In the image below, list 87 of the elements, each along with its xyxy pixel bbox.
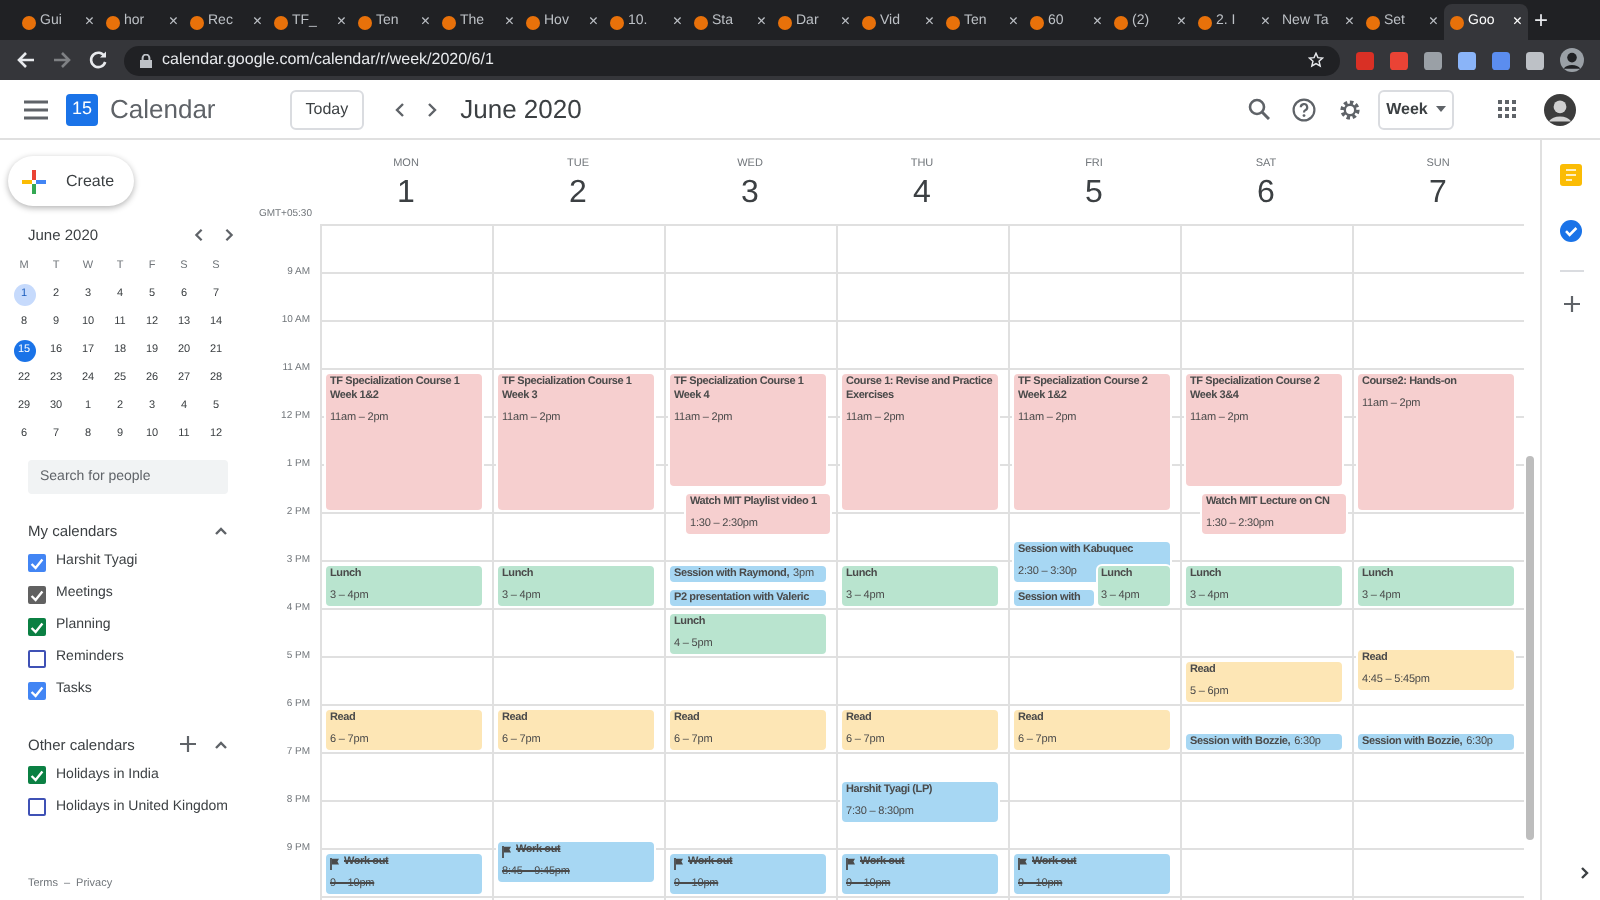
apps-icon[interactable] (1498, 100, 1516, 118)
page-icon (778, 15, 792, 29)
period-title: June 2020 (460, 91, 582, 128)
page-icon (946, 15, 960, 29)
page-icon (1198, 15, 1212, 29)
previous-icon[interactable] (192, 228, 206, 243)
checkbox[interactable] (28, 682, 46, 700)
date-number[interactable]: 4 (913, 174, 931, 215)
page-icon (1450, 15, 1464, 29)
close-button[interactable]: × (1344, 14, 1354, 30)
flag-icon (330, 857, 340, 869)
page-icon (1114, 15, 1128, 29)
today-button[interactable]: Today (289, 89, 365, 129)
close-button[interactable]: × (1260, 14, 1270, 30)
close-button[interactable]: × (1176, 14, 1186, 30)
close-button[interactable]: × (672, 14, 682, 30)
add-icon[interactable] (180, 736, 196, 753)
close-button[interactable]: × (1008, 14, 1018, 30)
next-icon[interactable] (424, 101, 441, 117)
close-button[interactable]: × (1428, 14, 1438, 30)
plus-icon (22, 169, 46, 193)
date-number[interactable]: 6 (1257, 174, 1275, 215)
date-number[interactable]: 2 (569, 174, 587, 215)
close-button[interactable]: × (756, 14, 766, 30)
checkbox[interactable] (28, 586, 46, 604)
close-button[interactable]: × (588, 14, 598, 30)
flag-icon (1018, 857, 1028, 869)
close-button[interactable]: × (168, 14, 178, 30)
view-dropdown[interactable]: Week (1378, 89, 1454, 129)
help-icon[interactable] (1292, 97, 1316, 121)
add-icon[interactable] (1563, 296, 1579, 312)
settings-icon[interactable] (1338, 97, 1362, 121)
page-icon (358, 15, 372, 29)
close-button[interactable]: × (420, 14, 430, 30)
date-number[interactable]: 1 (397, 174, 415, 215)
avatar-icon[interactable] (1544, 93, 1576, 125)
close-button[interactable]: × (84, 14, 94, 30)
create-button[interactable]: Create (8, 156, 134, 206)
collapse-icon[interactable] (214, 526, 228, 537)
close-button[interactable]: × (1092, 14, 1102, 30)
page-icon (190, 15, 204, 29)
forward-icon[interactable] (52, 50, 72, 70)
app-title: Calendar (110, 91, 216, 128)
page-icon (106, 15, 120, 29)
close-button[interactable]: × (336, 14, 346, 30)
checkbox[interactable] (28, 650, 46, 668)
flag-icon (502, 845, 512, 857)
page-icon (694, 15, 708, 29)
previous-icon[interactable] (392, 101, 409, 117)
expand-icon[interactable] (1580, 866, 1590, 880)
new-tab-button[interactable]: + (1534, 8, 1549, 32)
checkbox[interactable] (28, 618, 46, 636)
check-circle-icon[interactable] (1560, 220, 1582, 242)
avatar-icon[interactable] (1560, 48, 1584, 72)
flag-icon (674, 857, 684, 869)
menu-icon[interactable] (24, 99, 48, 119)
search-icon[interactable] (1248, 98, 1270, 120)
page-icon (526, 15, 540, 29)
checkbox[interactable] (28, 554, 46, 572)
date-number[interactable]: 5 (1085, 174, 1103, 215)
scrollbar-thumb[interactable] (1526, 456, 1534, 840)
close-button[interactable]: × (840, 14, 850, 30)
checkbox[interactable] (28, 766, 46, 785)
close-button[interactable]: × (924, 14, 934, 30)
page-icon (442, 15, 456, 29)
calendar-logo: 15 (66, 93, 98, 125)
close-button[interactable]: × (252, 14, 262, 30)
lock-icon (140, 53, 152, 67)
close-button[interactable]: × (1512, 14, 1522, 30)
flag-icon (846, 857, 856, 869)
reload-icon[interactable] (88, 50, 108, 70)
page-icon (862, 15, 876, 29)
page-icon (610, 15, 624, 29)
date-number[interactable]: 3 (741, 174, 759, 215)
star-icon[interactable] (1308, 52, 1324, 68)
collapse-icon[interactable] (214, 739, 228, 750)
close-button[interactable]: × (504, 14, 514, 30)
page-icon (22, 15, 36, 29)
address-field[interactable]: calendar.google.com/calendar/r/week/2020/6/1 (124, 45, 1340, 75)
back-icon[interactable] (16, 50, 36, 70)
page-icon (1366, 15, 1380, 29)
date-number[interactable]: 7 (1429, 174, 1447, 215)
page-icon (1030, 15, 1044, 29)
next-icon[interactable] (222, 228, 236, 243)
page-icon (274, 15, 288, 29)
caret-icon (1435, 106, 1446, 112)
checkbox[interactable] (28, 798, 46, 817)
